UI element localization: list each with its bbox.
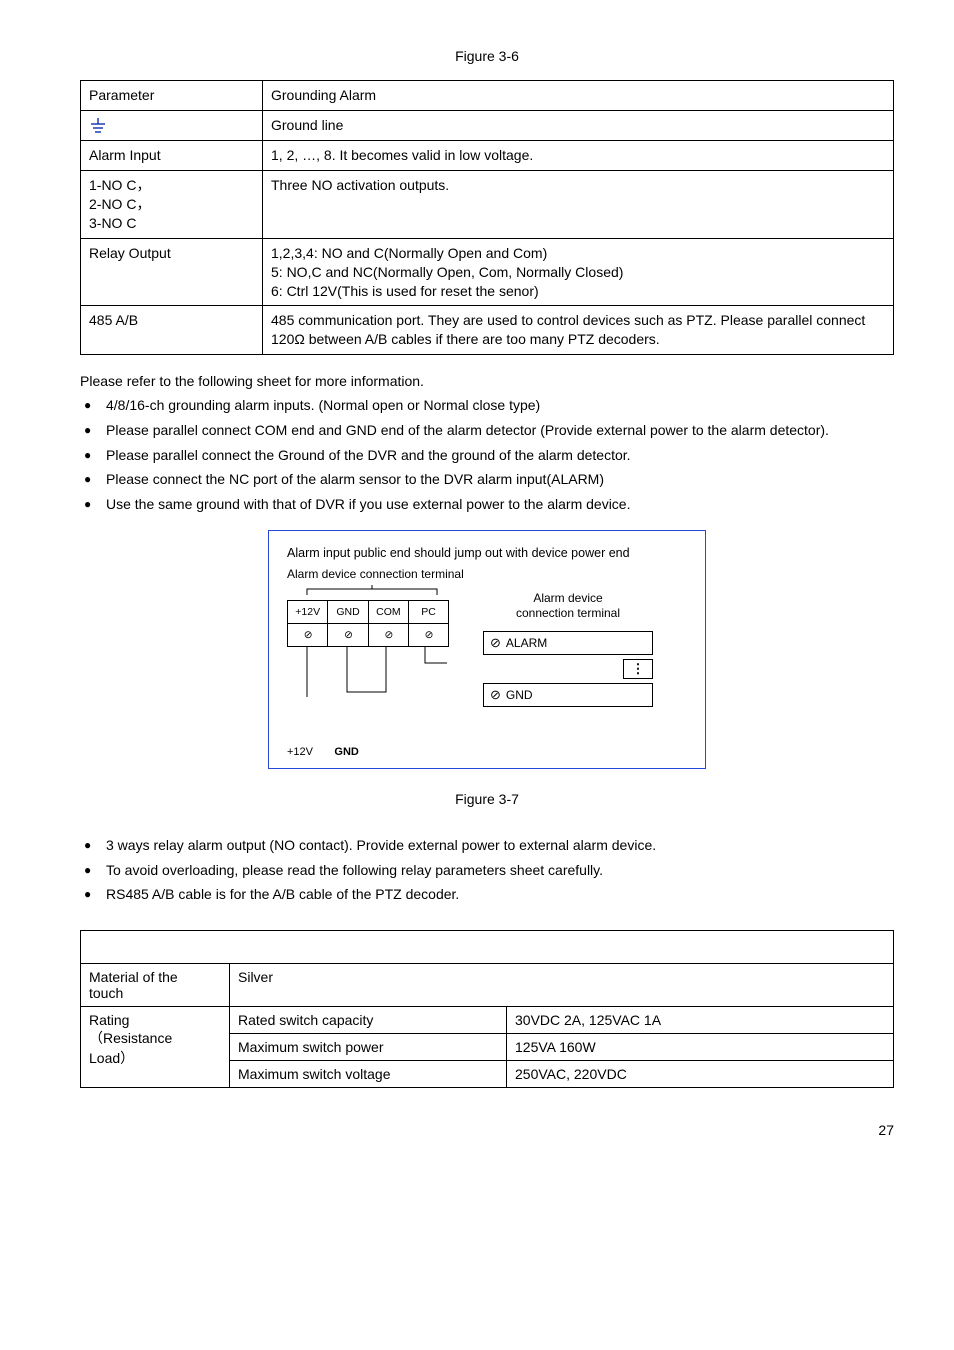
alarm-terminal-box: ⊘ ALARM xyxy=(483,631,653,655)
text: 6: Ctrl 12V(This is used for reset the s… xyxy=(271,283,539,299)
spec-table: Material of the touch Silver Rating （Res… xyxy=(80,930,894,1088)
table-row: Alarm Input 1, 2, …, 8. It becomes valid… xyxy=(81,141,894,171)
table-row: Rating （Resistance Load） Rated switch ca… xyxy=(81,1006,894,1033)
cell: 1,2,3,4: NO and C(Normally Open and Com)… xyxy=(263,238,894,306)
cell: Three NO activation outputs. xyxy=(263,171,894,239)
cell: COM xyxy=(368,600,408,623)
cell: 485 A/B xyxy=(81,306,263,355)
table-row: Ground line xyxy=(81,110,894,140)
text: touch xyxy=(89,985,123,1001)
cell: 485 communication port. They are used to… xyxy=(263,306,894,355)
bracket-icon xyxy=(287,585,447,597)
bullet-list: 3 ways relay alarm output (NO contact). … xyxy=(80,835,894,906)
cell: 30VDC 2A, 125VAC 1A xyxy=(507,1006,894,1033)
table-row: Parameter Grounding Alarm xyxy=(81,81,894,111)
cell: Alarm Input xyxy=(81,141,263,171)
wiring-diagram: Alarm input public end should jump out w… xyxy=(80,530,894,769)
cell: 1, 2, …, 8. It becomes valid in low volt… xyxy=(263,141,894,171)
cell: 1-NO C， 2-NO C， 3-NO C xyxy=(81,171,263,239)
cell: Rated switch capacity xyxy=(230,1006,507,1033)
text: 2-NO C， xyxy=(89,196,150,212)
text: Material of the xyxy=(89,969,178,985)
diagram-title: Alarm input public end should jump out w… xyxy=(287,545,687,561)
screw-icon: ⊘ xyxy=(328,623,368,646)
parameter-table: Parameter Grounding Alarm Ground line Al… xyxy=(80,80,894,355)
gnd-terminal-box: ⊘ GND xyxy=(483,683,653,707)
label: +12V xyxy=(287,746,313,758)
cell: Ground line xyxy=(263,110,894,140)
cell: Maximum switch power xyxy=(230,1033,507,1060)
screw-icon: ⊘ xyxy=(490,687,501,703)
text: 3-NO C xyxy=(89,215,136,231)
table-row: 485 A/B 485 communication port. They are… xyxy=(81,306,894,355)
cell: +12V xyxy=(288,600,328,623)
cell: Silver xyxy=(230,963,894,1006)
text: 5: NO,C and NC(Normally Open, Com, Norma… xyxy=(271,264,623,280)
cell: Grounding Alarm xyxy=(263,81,894,111)
label: connection terminal xyxy=(516,606,620,620)
list-item: 3 ways relay alarm output (NO contact). … xyxy=(80,835,894,857)
cell: Relay Output xyxy=(81,238,263,306)
cell: 125VA 160W xyxy=(507,1033,894,1060)
list-item: RS485 A/B cable is for the A/B cable of … xyxy=(80,884,894,906)
label: ALARM xyxy=(506,636,547,650)
figure-label-mid: Figure 3-7 xyxy=(80,791,894,807)
text: Rating xyxy=(89,1012,129,1028)
cell xyxy=(81,110,263,140)
screw-icon: ⊘ xyxy=(490,635,501,651)
diagram-subtitle: Alarm device connection terminal xyxy=(287,567,687,581)
text: 1,2,3,4: NO and C(Normally Open and Com) xyxy=(271,245,547,261)
page-number: 27 xyxy=(80,1122,894,1138)
list-item: Please parallel connect COM end and GND … xyxy=(80,420,894,442)
screw-icon: ⊘ xyxy=(288,623,328,646)
wire-icon xyxy=(287,647,447,699)
label: GND xyxy=(506,688,533,702)
figure-label-top: Figure 3-6 xyxy=(80,48,894,64)
list-item: Please parallel connect the Ground of th… xyxy=(80,445,894,467)
text: （Resistance xyxy=(89,1030,172,1046)
cell xyxy=(81,930,894,963)
cell: Maximum switch voltage xyxy=(230,1060,507,1087)
list-item: To avoid overloading, please read the fo… xyxy=(80,860,894,882)
cell: GND xyxy=(328,600,368,623)
screw-icon: ⊘ xyxy=(409,623,449,646)
label: Alarm device xyxy=(533,591,602,605)
table-row xyxy=(81,930,894,963)
terminal-cells: +12V GND COM PC ⊘ ⊘ ⊘ ⊘ xyxy=(287,600,449,647)
text: 1-NO C， xyxy=(89,177,150,193)
cell: Material of the touch xyxy=(81,963,230,1006)
cell: PC xyxy=(409,600,449,623)
table-row: Material of the touch Silver xyxy=(81,963,894,1006)
list-item: 4/8/16-ch grounding alarm inputs. (Norma… xyxy=(80,395,894,417)
cell: Parameter xyxy=(81,81,263,111)
paragraph: Please refer to the following sheet for … xyxy=(80,373,894,389)
cell: Rating （Resistance Load） xyxy=(81,1006,230,1087)
cell: 250VAC, 220VDC xyxy=(507,1060,894,1087)
table-row: 1-NO C， 2-NO C， 3-NO C Three NO activati… xyxy=(81,171,894,239)
list-item: Use the same ground with that of DVR if … xyxy=(80,494,894,516)
dots-box: ⋮ xyxy=(623,659,653,679)
ground-icon xyxy=(89,117,107,135)
text: Load） xyxy=(89,1050,134,1066)
table-row: Relay Output 1,2,3,4: NO and C(Normally … xyxy=(81,238,894,306)
screw-icon: ⊘ xyxy=(368,623,408,646)
label: GND xyxy=(334,746,358,758)
bullet-list: 4/8/16-ch grounding alarm inputs. (Norma… xyxy=(80,395,894,515)
list-item: Please connect the NC port of the alarm … xyxy=(80,469,894,491)
